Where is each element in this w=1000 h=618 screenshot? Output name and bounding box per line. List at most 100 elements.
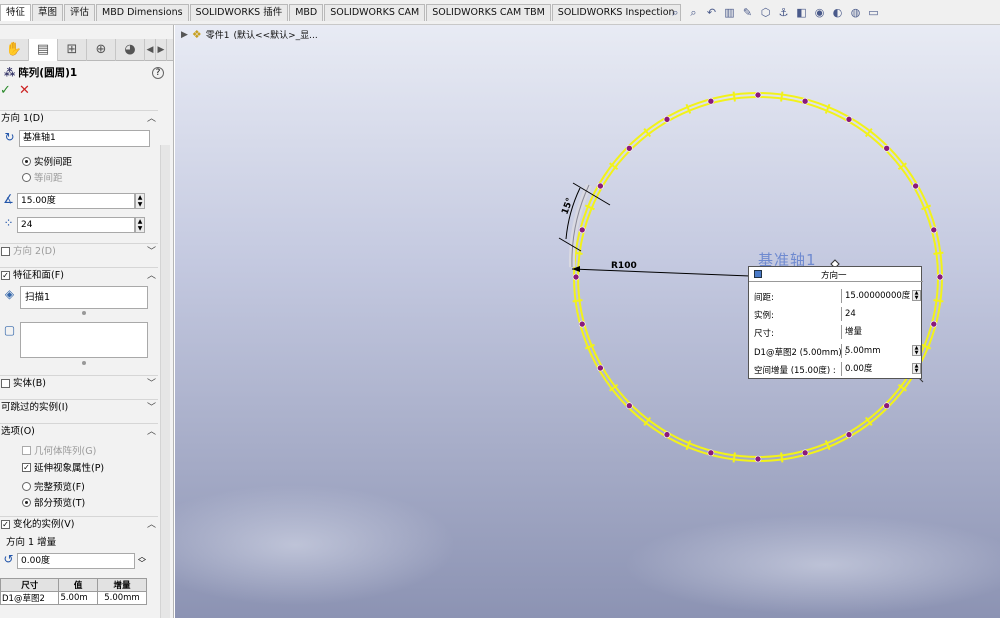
display-style-icon[interactable]: ⚓ <box>776 6 791 20</box>
cancel-button[interactable]: ✕ <box>19 83 30 98</box>
instance-count-input[interactable]: 24 <box>17 217 135 233</box>
direction2-checkbox[interactable] <box>1 247 10 256</box>
resize-handle[interactable] <box>82 311 86 315</box>
instance-marker[interactable] <box>936 273 944 281</box>
collapse-icon[interactable]: ︿ <box>147 517 156 533</box>
instance-marker[interactable] <box>578 226 586 234</box>
instance-marker[interactable] <box>845 116 853 123</box>
reverse-direction-icon[interactable]: ↻ <box>2 130 17 145</box>
instance-marker[interactable] <box>930 226 938 234</box>
section-direction1[interactable]: 方向 1(D) ︿ <box>0 110 158 126</box>
feature-manager-tab-icon[interactable]: ✋ <box>0 39 29 61</box>
bodies-checkbox[interactable] <box>1 379 10 388</box>
instance-marker[interactable] <box>930 320 938 328</box>
dynamic-annotation-icon[interactable]: ✎ <box>740 6 755 20</box>
display-manager-tab-icon[interactable]: ◕ <box>116 39 145 61</box>
radius-dimension-text[interactable]: R100 <box>611 261 637 271</box>
radio-instance-spacing-dot[interactable] <box>22 156 31 166</box>
tab-solidworks-addins[interactable]: SOLIDWORKS 插件 <box>189 4 289 21</box>
collapse-icon[interactable]: ︿ <box>147 268 156 284</box>
expand-icon[interactable]: ﹀ <box>147 376 156 392</box>
zoom-to-fit-icon[interactable]: ⌕ <box>668 6 683 20</box>
hide-show-icon[interactable]: ◧ <box>794 6 809 20</box>
propagate-visual-checkbox[interactable]: ✓ <box>22 462 31 472</box>
callout-space-increment-input[interactable]: 0.00度 <box>841 362 921 376</box>
instance-marker[interactable] <box>754 91 762 99</box>
faces-to-pattern-list[interactable] <box>20 322 148 358</box>
instance-marker[interactable] <box>626 145 633 152</box>
view-settings-icon[interactable]: ◍ <box>848 6 863 20</box>
instance-marker[interactable] <box>801 449 809 457</box>
pattern-callout-table[interactable]: 方向一 间距: 15.00000000度 ▲ ▼ 实例: 24 尺寸: 增量 D1… <box>748 266 923 379</box>
angle-dimension-text[interactable]: 15° <box>560 197 575 216</box>
section-skip-instances[interactable]: 可跳过的实例(I) ﹀ <box>0 399 158 415</box>
radio-equal-spacing[interactable]: 等间距 <box>22 170 63 184</box>
section-view-icon[interactable]: ▥ <box>722 6 737 20</box>
varied-instances-checkbox[interactable]: ✓ <box>1 520 10 529</box>
table-cell[interactable]: 5.00mm <box>96 591 148 605</box>
instance-marker[interactable] <box>845 431 853 438</box>
callout-d1-input[interactable]: 5.00mm <box>841 344 921 358</box>
section-direction2[interactable]: 方向 2(D) ﹀ <box>0 243 158 259</box>
instance-marker[interactable] <box>626 402 633 409</box>
tab-solidworks-cam[interactable]: SOLIDWORKS CAM <box>324 4 426 21</box>
section-varied-instances[interactable]: ✓ 变化的实例(V) ︿ <box>0 516 158 532</box>
tab-features[interactable]: 特征 <box>0 4 32 21</box>
instance-marker[interactable] <box>663 116 671 123</box>
expand-icon[interactable]: ﹀ <box>147 400 156 416</box>
help-icon[interactable]: ? <box>152 67 164 79</box>
graphics-area[interactable]: ▶ ❖ 零件1 (默认<<默认>_显... R100 15° 基准轴1 方向一 … <box>175 25 1000 618</box>
features-to-pattern-list[interactable]: 扫描1 <box>20 286 148 309</box>
features-faces-checkbox[interactable]: ✓ <box>1 271 10 280</box>
instance-marker[interactable] <box>597 364 604 372</box>
axis-selection-field[interactable]: 基准轴1 <box>19 130 150 147</box>
callout-spinner[interactable]: ▲ ▼ <box>912 345 921 356</box>
previous-view-icon[interactable]: ↶ <box>704 6 719 20</box>
instance-marker[interactable] <box>883 402 890 409</box>
panel-tab-next-icon[interactable]: ▶ <box>156 39 167 61</box>
angle-increment-spinner[interactable]: ︿ ﹀ <box>137 553 147 569</box>
collapse-icon[interactable]: ︿ <box>147 111 156 127</box>
callout-spacing-input[interactable]: 15.00000000度 <box>841 289 921 303</box>
section-options[interactable]: 选项(O) ︿ <box>0 423 158 439</box>
display-icon[interactable]: ▭ <box>866 6 881 20</box>
tab-solidworks-inspection[interactable]: SOLIDWORKS Inspection <box>551 4 681 21</box>
panel-scrollbar[interactable] <box>160 145 170 618</box>
panel-tab-prev-icon[interactable]: ◀ <box>145 39 156 61</box>
table-cell[interactable]: D1@草图2 <box>0 591 60 605</box>
instance-marker[interactable] <box>578 320 586 328</box>
instance-marker[interactable] <box>707 449 715 457</box>
instance-marker[interactable] <box>754 455 762 463</box>
list-item[interactable]: 扫描1 <box>25 292 50 303</box>
tab-mbd-dimensions[interactable]: MBD Dimensions <box>96 4 189 21</box>
angle-input[interactable]: 15.00度 <box>17 193 135 209</box>
partial-preview-option[interactable]: 部分预览(T) <box>22 495 85 509</box>
edit-appearance-icon[interactable]: ◉ <box>812 6 827 20</box>
property-manager-tab-icon[interactable]: ▤ <box>29 39 58 61</box>
instance-count-spinner[interactable]: ▲ ▼ <box>135 217 145 233</box>
instance-marker[interactable] <box>572 273 580 281</box>
tab-solidworks-cam-tbm[interactable]: SOLIDWORKS CAM TBM <box>426 4 551 21</box>
angle-increment-input[interactable]: 0.00度 <box>17 553 135 569</box>
geometry-pattern-option[interactable]: 几何体阵列(G) <box>22 443 96 457</box>
tab-evaluate[interactable]: 评估 <box>64 4 96 21</box>
view-orientation-icon[interactable]: ⬡ <box>758 6 773 20</box>
radio-instance-spacing[interactable]: 实例间距 <box>22 154 72 168</box>
full-preview-radio[interactable] <box>22 481 31 491</box>
propagate-visual-option[interactable]: ✓ 延伸视象属性(P) <box>22 460 104 474</box>
tab-sketch[interactable]: 草图 <box>32 4 64 21</box>
tab-mbd[interactable]: MBD <box>289 4 324 21</box>
instance-marker[interactable] <box>707 97 715 105</box>
geometry-pattern-checkbox[interactable] <box>22 445 31 455</box>
radio-equal-spacing-dot[interactable] <box>22 172 31 182</box>
collapse-icon[interactable]: ︿ <box>147 424 156 440</box>
dimxpert-tab-icon[interactable]: ⊕ <box>87 39 116 61</box>
expand-icon[interactable]: ﹀ <box>147 244 156 260</box>
zoom-area-icon[interactable]: ⌕ <box>686 6 701 20</box>
instance-marker[interactable] <box>912 182 919 190</box>
table-row[interactable]: D1@草图2 5.00m 5.00mm <box>0 591 148 605</box>
section-bodies[interactable]: 实体(B) ﹀ <box>0 375 158 391</box>
callout-spinner[interactable]: ▲ ▼ <box>912 363 921 374</box>
partial-preview-radio[interactable] <box>22 497 31 507</box>
angle-spinner[interactable]: ▲ ▼ <box>135 193 145 209</box>
